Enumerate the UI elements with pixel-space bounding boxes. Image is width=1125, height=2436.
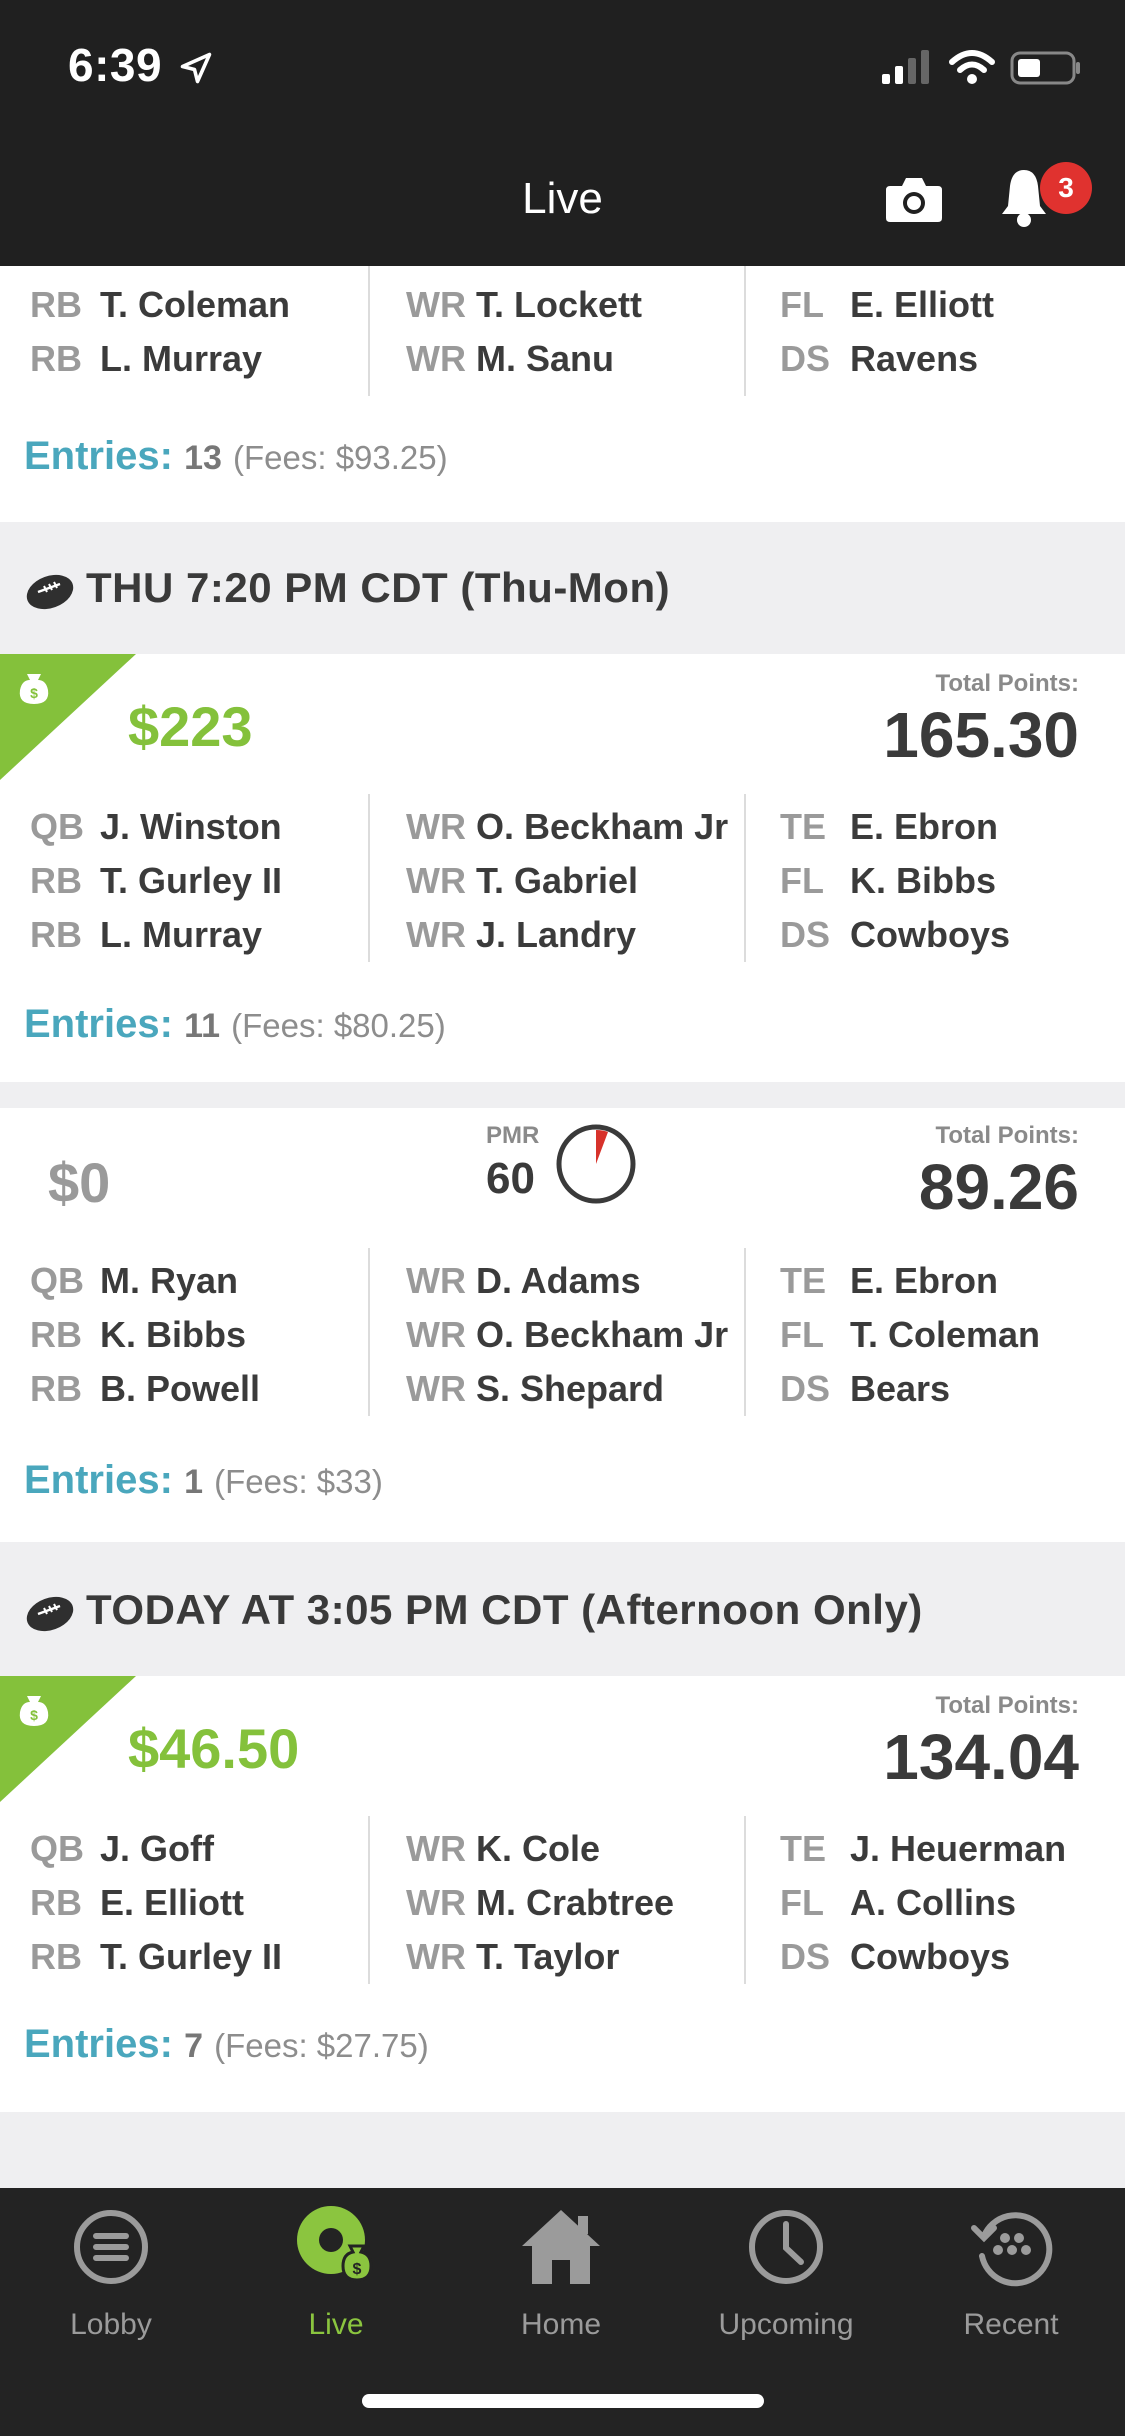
tab-live[interactable]: $ Live [241,2202,431,2362]
total-points-label: Total Points: [935,1692,1079,1719]
player-row: WR S. Shepard [406,1368,665,1409]
player-row: WR K. Cole [406,1828,601,1869]
contest-card[interactable]: $ $46.50 Total Points: 134.04 QB J. Goff … [0,1676,1125,2112]
player-row: FL A. Collins [780,1882,1017,1923]
entries-summary: Entries: 1 (Fees: $33) [24,1458,383,1502]
wifi-icon [949,50,995,84]
column-divider [744,1816,746,1984]
entries-summary: Entries: 11 (Fees: $80.25) [24,1002,446,1046]
player-row: DS Cowboys [780,914,1011,955]
entries-summary: Entries: 7 (Fees: $27.75) [24,2022,429,2066]
player-row: QB J. Winston [30,806,282,847]
pmr-value: 60 [486,1154,535,1203]
player-row: WR M. Crabtree [406,1882,675,1923]
column-divider [368,1248,370,1416]
total-points-value: 134.04 [883,1721,1079,1793]
live-money-icon: $ [297,2206,373,2282]
total-points-value: 89.26 [918,1151,1079,1223]
camera-icon[interactable] [884,170,944,226]
column-divider [744,1248,746,1416]
player-row: WR T. Taylor [406,1936,620,1977]
player-row: QB J. Goff [30,1828,214,1869]
battery-icon [1010,51,1080,85]
status-time: 6:39 [68,39,163,91]
player-row: WR M. Sanu [406,338,615,379]
winnings-amount: $0 [48,1151,111,1214]
player-row: FL E. Elliott [780,284,994,325]
tab-upcoming[interactable]: Upcoming [691,2202,881,2362]
cellular-signal-icon [882,50,929,84]
football-icon [26,1596,74,1632]
section-header: THU 7:20 PM CDT (Thu-Mon) [0,522,1125,654]
total-points-label: Total Points: [935,1122,1079,1149]
column-divider [368,266,370,396]
player-row: TE E. Ebron [780,1260,999,1301]
player-row: FL K. Bibbs [780,860,997,901]
column-divider [368,794,370,962]
winnings-amount: $46.50 [128,1717,300,1780]
player-row: RB B. Powell [30,1368,261,1409]
notification-badge: 3 [1040,162,1092,214]
live-contests-list[interactable]: RB T. Coleman WR T. Lockett FL E. Elliott R… [0,266,1125,2188]
player-row: WR O. Beckham Jr [406,1314,729,1355]
player-row: WR J. Landry [406,914,637,955]
player-row: RB L. Murray [30,914,263,955]
tab-lobby[interactable]: Lobby [16,2202,206,2362]
player-row: RB T. Coleman [30,284,291,325]
total-points-value: 165.30 [883,699,1079,771]
column-divider [744,794,746,962]
player-row: DS Bears [780,1368,951,1409]
player-row: WR T. Gabriel [406,860,639,901]
winnings-amount: $223 [128,695,253,758]
svg-text:$: $ [353,2261,362,2278]
contest-card-partial[interactable]: RB T. Coleman WR T. Lockett FL E. Elliott R… [0,266,1125,522]
column-divider [368,1816,370,1984]
player-row: RB K. Bibbs [30,1314,247,1355]
player-row: RB L. Murray [30,338,263,379]
player-row: WR O. Beckham Jr [406,806,729,847]
player-row: TE E. Ebron [780,806,999,847]
nav-bar: Live 3 [0,130,1125,266]
football-icon [26,574,74,610]
entries-summary: Entries: 13 (Fees: $93.25) [24,434,448,478]
page-title: Live [522,174,603,223]
tab-recent[interactable]: Recent [916,2202,1106,2362]
pmr-clock-icon [556,1124,636,1204]
total-points-label: Total Points: [935,670,1079,697]
section-header: TODAY AT 3:05 PM CDT (Afternoon Only) [0,1544,1125,1676]
tab-home[interactable]: Home [466,2202,656,2362]
clock-icon [749,2210,823,2284]
player-row: RB T. Gurley II [30,860,283,901]
money-bag-icon: $ [0,1676,136,1802]
player-row: RB E. Elliott [30,1882,244,1923]
home-icon [522,2210,600,2284]
money-bag-icon: $ [0,654,136,780]
player-row: DS Cowboys [780,1936,1011,1977]
player-row: TE J. Heuerman [780,1828,1067,1869]
player-row: QB M. Ryan [30,1260,239,1301]
status-bar: 6:39 [0,0,1125,130]
player-row: WR D. Adams [406,1260,641,1301]
column-divider [744,266,746,396]
contest-card[interactable]: $ $223 Total Points: 165.30 QB J. Winston… [0,654,1125,1082]
player-row: WR T. Lockett [406,284,643,325]
history-icon [971,2212,1053,2287]
location-arrow-icon [180,52,212,84]
menu-circle-icon [74,2210,148,2284]
player-row: DS Ravens [780,338,979,379]
home-indicator[interactable] [362,2394,764,2408]
contest-card[interactable]: $0 PMR 60 Total Points: 89.26 QB M. Ryan … [0,1108,1125,1542]
svg-text:$: $ [30,685,38,701]
svg-text:$: $ [30,1707,38,1723]
player-row: RB T. Gurley II [30,1936,283,1977]
pmr-label: PMR [486,1122,540,1149]
player-row: FL T. Coleman [780,1314,1041,1355]
